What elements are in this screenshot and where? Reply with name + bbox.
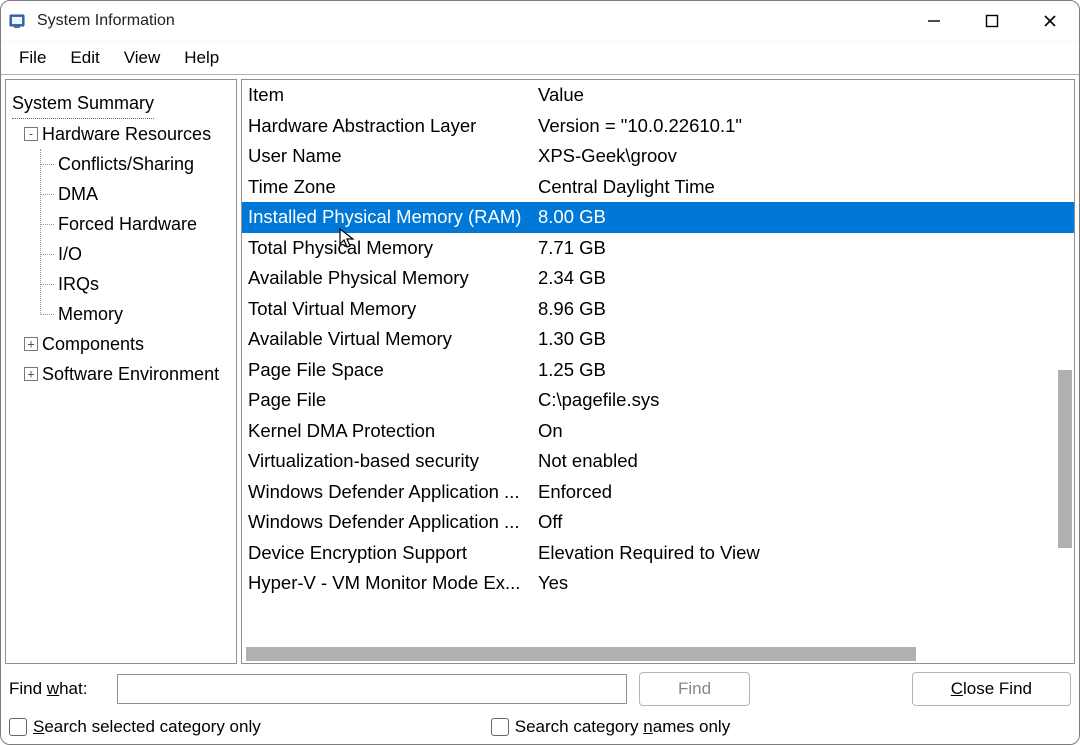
cell-value: 8.00 GB [536, 202, 1074, 233]
tree-leaf-irqs[interactable]: IRQs [34, 269, 236, 299]
window-frame: System Information File Edit View Help S… [0, 0, 1080, 745]
tree-pane[interactable]: System Summary - Hardware Resources Conf… [5, 79, 237, 664]
list-row[interactable]: Windows Defender Application ...Enforced [242, 477, 1074, 508]
list-header-row[interactable]: Item Value [242, 80, 1074, 111]
tree-node-hardware-resources[interactable]: - Hardware Resources [12, 119, 236, 149]
cell-value: Not enabled [536, 446, 1074, 477]
list-row[interactable]: Installed Physical Memory (RAM)8.00 GB [242, 202, 1074, 233]
cell-item: Page File Space [248, 355, 536, 386]
cell-item: Time Zone [248, 172, 536, 203]
find-bar: Find what: Find Close Find [1, 668, 1079, 710]
column-header-item[interactable]: Item [248, 80, 536, 111]
tree-leaf-memory[interactable]: Memory [34, 299, 236, 329]
cell-item: Hardware Abstraction Layer [248, 111, 536, 142]
cell-value: Off [536, 507, 1074, 538]
tree-label: Software Environment [42, 359, 219, 389]
cell-item: Available Physical Memory [248, 263, 536, 294]
maximize-button[interactable] [963, 1, 1021, 41]
tree-label: Hardware Resources [42, 119, 211, 149]
minimize-button[interactable] [905, 1, 963, 41]
list-row[interactable]: Windows Defender Application ...Off [242, 507, 1074, 538]
menu-help[interactable]: Help [174, 44, 229, 72]
cell-item: Device Encryption Support [248, 538, 536, 569]
list-pane[interactable]: Item Value Hardware Abstraction LayerVer… [241, 79, 1075, 664]
tree-node-components[interactable]: + Components [12, 329, 236, 359]
tree-leaf-dma[interactable]: DMA [34, 179, 236, 209]
cell-value: Yes [536, 568, 1074, 599]
cell-value: 7.71 GB [536, 233, 1074, 264]
list-row[interactable]: Hyper-V - VM Monitor Mode Ex...Yes [242, 568, 1074, 599]
cell-value: Elevation Required to View [536, 538, 1074, 569]
close-button[interactable] [1021, 1, 1079, 41]
cell-value: 2.34 GB [536, 263, 1074, 294]
menu-view[interactable]: View [114, 44, 171, 72]
find-input[interactable] [117, 674, 627, 704]
find-options-row: Search selected category only Search cat… [1, 710, 1079, 744]
close-find-button[interactable]: Close Find [912, 672, 1071, 706]
cell-item: Windows Defender Application ... [248, 507, 536, 538]
tree-node-software-environment[interactable]: + Software Environment [12, 359, 236, 389]
checkbox-search-category-names[interactable]: Search category names only [491, 717, 730, 737]
find-label: Find what: [9, 679, 105, 699]
list-row[interactable]: Page FileC:\pagefile.sys [242, 385, 1074, 416]
column-header-value[interactable]: Value [536, 80, 1074, 111]
expand-icon[interactable]: + [24, 337, 38, 351]
cell-item: Virtualization-based security [248, 446, 536, 477]
cell-value: Version = "10.0.22610.1" [536, 111, 1074, 142]
tree-leaf-forced-hardware[interactable]: Forced Hardware [34, 209, 236, 239]
cell-item: Kernel DMA Protection [248, 416, 536, 447]
list-row[interactable]: Total Virtual Memory8.96 GB [242, 294, 1074, 325]
cell-item: Windows Defender Application ... [248, 477, 536, 508]
checkbox-search-selected-category[interactable]: Search selected category only [9, 717, 261, 737]
vertical-scrollbar[interactable] [1058, 370, 1072, 548]
expand-icon[interactable]: + [24, 367, 38, 381]
app-icon [7, 10, 29, 32]
tree-label: System Summary [12, 88, 154, 119]
cell-item: Total Physical Memory [248, 233, 536, 264]
window-title: System Information [37, 12, 175, 30]
tree-label: Components [42, 329, 144, 359]
menu-file[interactable]: File [9, 44, 56, 72]
list-row[interactable]: Time ZoneCentral Daylight Time [242, 172, 1074, 203]
list-inner: Item Value Hardware Abstraction LayerVer… [242, 80, 1074, 663]
tree-leaf-conflicts[interactable]: Conflicts/Sharing [34, 149, 236, 179]
list-row[interactable]: Available Virtual Memory1.30 GB [242, 324, 1074, 355]
checkbox-icon [491, 718, 509, 736]
cell-item: Hyper-V - VM Monitor Mode Ex... [248, 568, 536, 599]
list-row[interactable]: Total Physical Memory7.71 GB [242, 233, 1074, 264]
cell-item: Installed Physical Memory (RAM) [248, 202, 536, 233]
cell-value: 1.30 GB [536, 324, 1074, 355]
cell-item: Available Virtual Memory [248, 324, 536, 355]
list-row[interactable]: Kernel DMA ProtectionOn [242, 416, 1074, 447]
list-row[interactable]: Hardware Abstraction LayerVersion = "10.… [242, 111, 1074, 142]
list-row[interactable]: Page File Space1.25 GB [242, 355, 1074, 386]
menubar: File Edit View Help [1, 41, 1079, 75]
find-button[interactable]: Find [639, 672, 750, 706]
cell-value: 8.96 GB [536, 294, 1074, 325]
cell-item: Total Virtual Memory [248, 294, 536, 325]
list-row[interactable]: Virtualization-based securityNot enabled [242, 446, 1074, 477]
horizontal-scrollbar[interactable] [246, 647, 916, 661]
list-row[interactable]: Available Physical Memory2.34 GB [242, 263, 1074, 294]
cell-value: On [536, 416, 1074, 447]
titlebar: System Information [1, 1, 1079, 41]
cell-value: 1.25 GB [536, 355, 1074, 386]
cell-value: XPS-Geek\groov [536, 141, 1074, 172]
menu-edit[interactable]: Edit [60, 44, 109, 72]
collapse-icon[interactable]: - [24, 127, 38, 141]
tree-children-hardware: Conflicts/Sharing DMA Forced Hardware I/… [12, 149, 236, 329]
cell-item: Page File [248, 385, 536, 416]
content-area: System Summary - Hardware Resources Conf… [1, 75, 1079, 668]
tree-leaf-io[interactable]: I/O [34, 239, 236, 269]
cell-item: User Name [248, 141, 536, 172]
list-row[interactable]: Device Encryption SupportElevation Requi… [242, 538, 1074, 569]
cell-value: Enforced [536, 477, 1074, 508]
cell-value: C:\pagefile.sys [536, 385, 1074, 416]
checkbox-icon [9, 718, 27, 736]
cell-value: Central Daylight Time [536, 172, 1074, 203]
tree-root-system-summary[interactable]: System Summary [12, 88, 236, 119]
list-row[interactable]: User NameXPS-Geek\groov [242, 141, 1074, 172]
